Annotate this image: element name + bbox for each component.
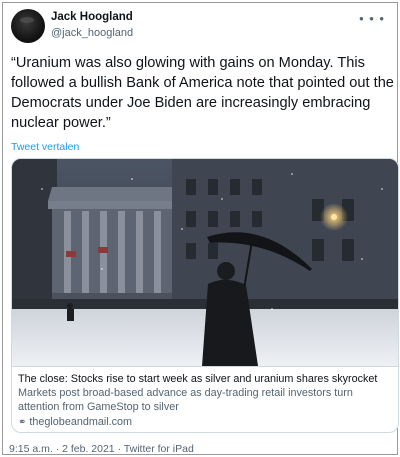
tweet-card: Jack Hoogland @jack_hoogland • • • “Uran… [2,2,399,455]
tweet-header: Jack Hoogland @jack_hoogland • • • [11,9,389,43]
card-domain-text: theglobeandmail.com [29,416,133,428]
author-name[interactable]: Jack Hoogland [51,11,133,23]
article-image[interactable] [12,159,399,366]
tweet-text: “Uranium was also glowing with gains on … [11,55,394,131]
more-dots-icon[interactable]: • • • [359,11,385,26]
translate-link[interactable]: Tweet vertalen [11,141,79,153]
link-preview-card[interactable]: The close: Stocks rise to start week as … [11,158,399,433]
avatar[interactable] [11,9,45,43]
tweet-timestamp[interactable]: 9:15 a.m. · 2 feb. 2021 · Twitter for iP… [9,443,194,455]
link-icon: ⚭ [18,417,27,428]
card-body[interactable]: The close: Stocks rise to start week as … [12,366,398,432]
card-domain[interactable]: ⚭ theglobeandmail.com [18,416,132,428]
card-description: Markets post broad-based advance as day-… [18,387,353,413]
card-title[interactable]: The close: Stocks rise to start week as … [18,373,377,385]
author-handle[interactable]: @jack_hoogland [51,27,133,39]
